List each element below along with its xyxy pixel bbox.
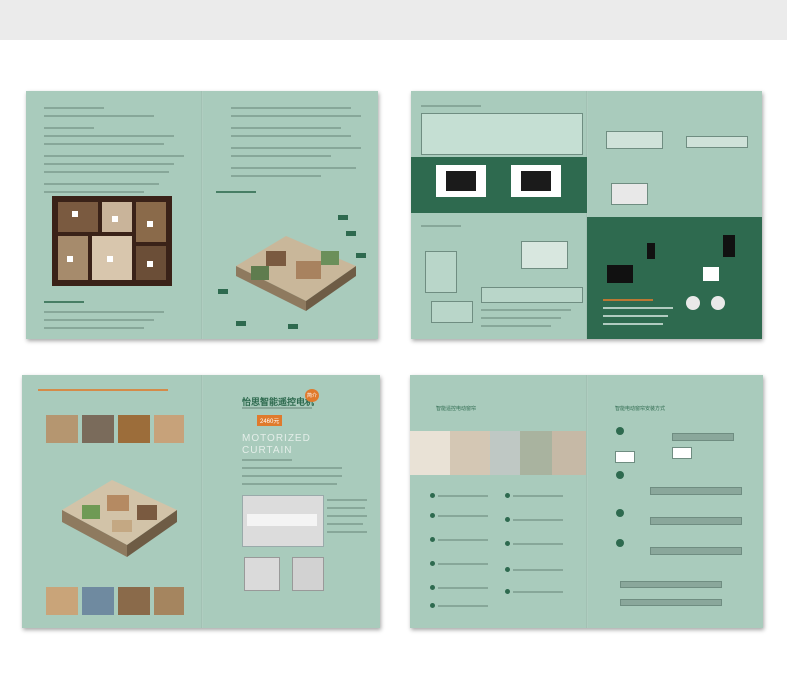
motor-part-image-2 [292,557,324,591]
room-photo-2 [82,415,114,443]
top-bar [0,0,787,40]
interior-photo-5 [552,431,586,475]
smart-panel-image-2 [511,165,561,197]
smart-panel-image-1 [436,165,486,197]
interior-photo-2 [450,431,490,475]
room-photo-8 [154,587,184,615]
isometric-house-image [52,455,182,565]
motor-part-image-1 [244,557,280,591]
switch-image [703,267,719,281]
price-tag: 2460元 [257,415,283,426]
curtain-motor-image [242,495,324,547]
brochure-spread-1 [26,91,378,339]
headline-badge: 简介 [305,389,320,402]
brochure-spread-3: 怡思智能遥控电机 简介 2460元 MOTORIZED CURTAIN [22,375,380,628]
product-title-line2: CURTAIN [242,445,293,456]
isometric-house-image [226,206,366,316]
room-photo-3 [118,415,150,443]
section-title-left: 智能遥控电动窗帘 [436,406,477,412]
phone-image [723,235,735,257]
tv-image [607,265,633,283]
floor-plan-image [52,196,172,286]
interior-photo-1 [410,431,450,475]
room-photo-4 [154,415,184,443]
section-title-right: 智能电动窗帘安装方式 [615,406,666,412]
product-title-line1: MOTORIZED [242,433,311,444]
brochure-spread-4: 智能遥控电动窗帘 智能电动窗帘安装方式 [410,375,763,628]
brochure-spread-2 [411,91,762,339]
interior-photo-4 [520,431,552,475]
interior-photo-3 [490,431,520,475]
room-photo-7 [118,587,150,615]
room-photo-1 [46,415,78,443]
room-photo-5 [46,587,78,615]
remote-image [647,243,655,259]
room-photo-6 [82,587,114,615]
